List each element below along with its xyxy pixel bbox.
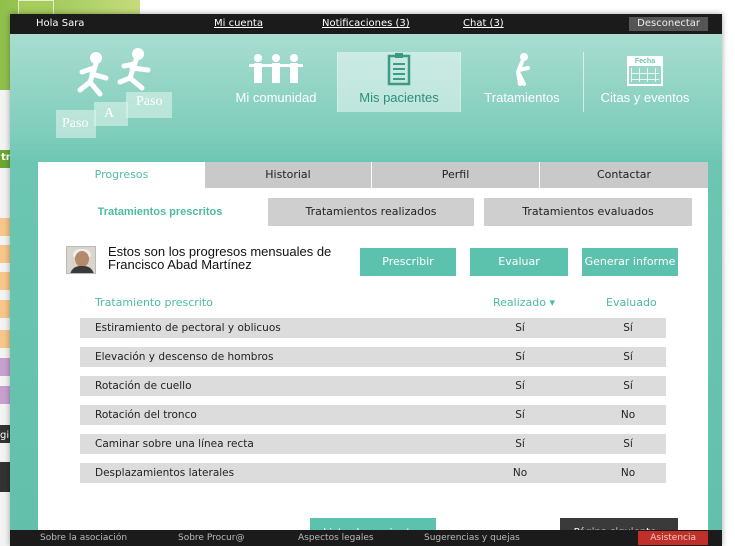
nav-label: Mis pacientes (359, 90, 439, 105)
chat-link[interactable]: Chat (3) (463, 18, 504, 29)
evaluado-value: No (620, 467, 636, 479)
community-icon (215, 52, 337, 90)
evaluado-value: Sí (623, 380, 633, 392)
treatment-name: Elevación y descenso de hombros (95, 351, 274, 363)
generate-report-button[interactable]: Generar informe (582, 248, 678, 276)
header-area: Paso A Paso Mi comunidad Mis pacientes T… (10, 34, 722, 546)
subtab-prescritos[interactable]: Tratamientos prescritos (80, 198, 240, 226)
column-header-evaluado: Evaluado (606, 296, 657, 309)
column-header-tratamiento: Tratamiento prescrito (95, 296, 213, 309)
tab-perfil[interactable]: Perfil (371, 162, 539, 188)
nav-label: Citas y eventos (600, 90, 690, 105)
treatment-name: Rotación del tronco (95, 409, 197, 421)
table-row[interactable]: Elevación y descenso de hombros Sí Sí (80, 347, 666, 367)
tab-historial[interactable]: Historial (204, 162, 371, 188)
tab-progresos[interactable]: Progresos (38, 162, 204, 190)
footer-link-procura[interactable]: Sobre Procur@ (178, 533, 244, 543)
evaluado-value: Sí (623, 322, 633, 334)
realizado-value: Sí (515, 380, 525, 392)
clipboard-icon (338, 52, 460, 90)
treatment-name: Caminar sobre una línea recta (95, 438, 254, 450)
patient-avatar (66, 246, 96, 274)
tab-contactar[interactable]: Contactar (539, 162, 708, 188)
patient-intro: Estos son los progresos mensuales de Fra… (108, 244, 332, 272)
nav-label: Tratamientos (484, 90, 560, 105)
footer-link-legal[interactable]: Aspectos legales (298, 533, 374, 543)
top-bar: Hola Sara Mi cuenta Notificaciones (3) C… (10, 14, 722, 34)
figures-icon (77, 48, 151, 97)
nav-citas-y-eventos[interactable]: Fecha Citas y eventos (584, 52, 706, 112)
notifications-link[interactable]: Notificaciones (3) (322, 18, 410, 29)
table-row[interactable]: Desplazamientos laterales No No (80, 463, 666, 483)
realizado-value: Sí (515, 438, 525, 450)
column-header-realizado[interactable]: Realizado ▾ (493, 296, 555, 309)
table-row[interactable]: Rotación de cuello Sí Sí (80, 376, 666, 396)
subtab-evaluados[interactable]: Tratamientos evaluados (484, 198, 692, 226)
logo-word: Paso (62, 116, 89, 131)
calendar-icon-title: Fecha (629, 58, 661, 66)
background-fragment-text: gi (0, 430, 10, 441)
profile-tabs: Progresos Historial Perfil Contactar (38, 162, 708, 190)
footer-link-suggestions[interactable]: Sugerencias y quejas (424, 533, 520, 543)
prescribe-button[interactable]: Prescribir (360, 248, 456, 276)
logo-word: A (104, 106, 115, 121)
table-row[interactable]: Estiramiento de pectoral y oblicuos Sí S… (80, 318, 666, 338)
evaluado-value: Sí (623, 351, 633, 363)
my-account-link[interactable]: Mi cuenta (214, 18, 263, 29)
evaluado-value: Sí (623, 438, 633, 450)
background-strip (0, 462, 10, 492)
nav-tratamientos[interactable]: Tratamientos (461, 52, 583, 112)
footer: Sobre la asociación Sobre Procur@ Aspect… (10, 530, 722, 546)
exercise-icon (461, 52, 583, 90)
treatment-name: Rotación de cuello (95, 380, 192, 392)
assistance-button[interactable]: Asistencia (638, 531, 708, 545)
progress-panel: Tratamientos prescritos Tratamientos rea… (38, 188, 708, 546)
paso-a-paso-logo[interactable]: Paso A Paso (56, 48, 176, 138)
realizado-value: No (512, 467, 528, 479)
realizado-value: Sí (515, 409, 525, 421)
evaluate-button[interactable]: Evaluar (470, 248, 568, 276)
subtab-realizados[interactable]: Tratamientos realizados (268, 198, 474, 226)
footer-link-association[interactable]: Sobre la asociación (40, 533, 127, 543)
treatment-name: Desplazamientos laterales (95, 467, 235, 479)
realizado-value: Sí (515, 322, 525, 334)
nav-mi-comunidad[interactable]: Mi comunidad (215, 52, 337, 112)
app-window: Hola Sara Mi cuenta Notificaciones (3) C… (10, 14, 722, 546)
table-row[interactable]: Rotación del tronco Sí No (80, 405, 666, 425)
treatment-name: Estiramiento de pectoral y oblicuos (95, 322, 281, 334)
table-row[interactable]: Caminar sobre una línea recta Sí Sí (80, 434, 666, 454)
logout-button[interactable]: Desconectar (629, 17, 708, 31)
realizado-value: Sí (515, 351, 525, 363)
nav-label: Mi comunidad (235, 90, 317, 105)
greeting: Hola Sara (36, 18, 85, 29)
logo-word: Paso (136, 94, 163, 109)
evaluado-value: No (620, 409, 636, 421)
nav-mis-pacientes[interactable]: Mis pacientes (338, 52, 460, 112)
calendar-icon: Fecha (584, 52, 706, 90)
